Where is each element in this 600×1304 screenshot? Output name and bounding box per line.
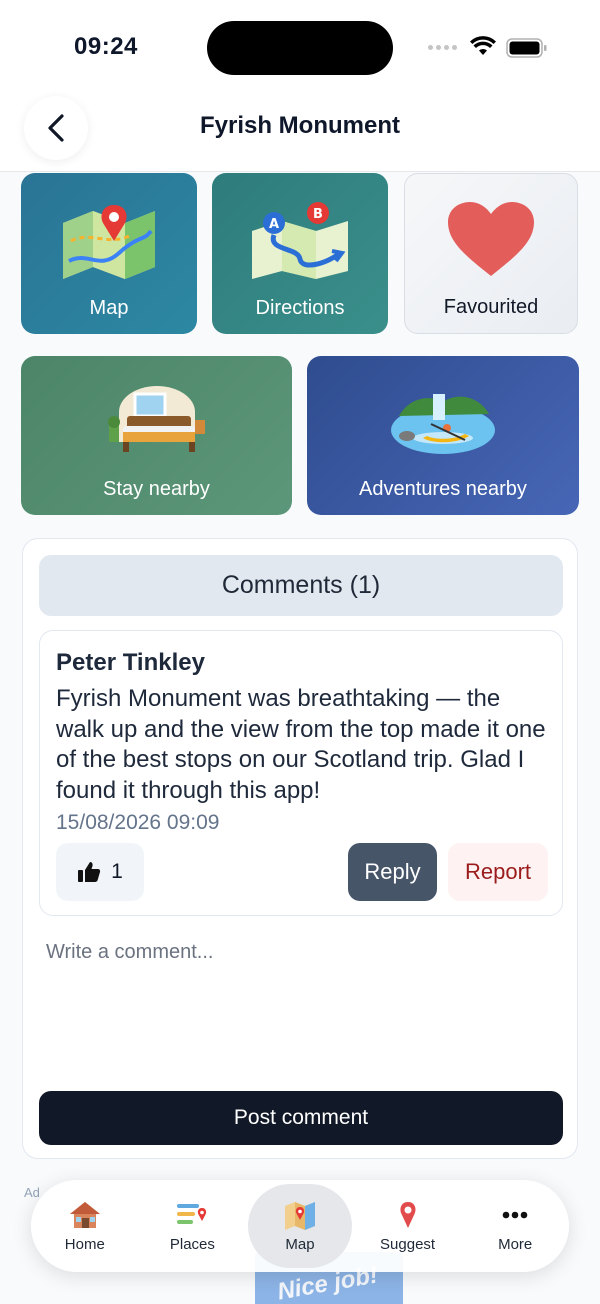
- directions-tile-label: Directions: [255, 297, 345, 319]
- tab-map[interactable]: Map: [246, 1184, 354, 1268]
- status-bar: 09:24: [0, 0, 600, 96]
- like-count: 1: [111, 860, 123, 883]
- pin-icon: [400, 1201, 416, 1228]
- adventures-nearby-tile[interactable]: Adventures nearby: [307, 356, 579, 515]
- tab-more[interactable]: More: [461, 1186, 569, 1266]
- comment-card: Peter Tinkley Fyrish Monument was breath…: [39, 630, 563, 916]
- bedroom-icon: [107, 386, 205, 452]
- tab-more-label: More: [498, 1235, 533, 1253]
- more-icon: [502, 1211, 528, 1218]
- post-comment-button[interactable]: Post comment: [39, 1091, 563, 1145]
- favourited-tile[interactable]: Favourited: [404, 173, 578, 334]
- navigation-header: Fyrish Monument: [0, 96, 600, 172]
- kayak-adventure-icon: [391, 394, 495, 454]
- battery-icon: [506, 38, 547, 58]
- favourited-tile-label: Favourited: [443, 296, 539, 318]
- folded-map-icon: [63, 205, 155, 279]
- map-tile-label: Map: [89, 297, 129, 319]
- comments-section: Comments (1) Peter Tinkley Fyrish Monume…: [22, 538, 578, 1159]
- tab-bar: Home Places Map Suggest More: [31, 1180, 569, 1272]
- tab-map-label: Map: [285, 1235, 315, 1253]
- map-icon: [284, 1201, 315, 1230]
- comments-header: Comments (1): [39, 555, 563, 616]
- tab-home[interactable]: Home: [31, 1186, 139, 1266]
- page-title: Fyrish Monument: [199, 112, 400, 139]
- home-icon: [69, 1201, 100, 1228]
- cellular-signal-icon: [428, 45, 457, 50]
- stay-nearby-tile-label: Stay nearby: [103, 478, 210, 500]
- tab-places-label: Places: [169, 1235, 215, 1253]
- tab-home-label: Home: [64, 1235, 105, 1253]
- dynamic-island: [207, 21, 393, 75]
- comment-text: Fyrish Monument was breathtaking — the w…: [56, 685, 546, 804]
- status-time: 09:24: [74, 33, 138, 60]
- heart-icon: [448, 202, 534, 276]
- comment-timestamp: 15/08/2026 09:09: [56, 811, 220, 834]
- tab-places[interactable]: Places: [139, 1186, 247, 1266]
- like-button[interactable]: 1: [56, 843, 144, 901]
- wifi-icon: [470, 36, 496, 55]
- thumbs-up-icon: [78, 862, 101, 882]
- svg-text:A: A: [269, 217, 279, 232]
- svg-text:B: B: [313, 207, 323, 222]
- map-tile[interactable]: Map: [21, 173, 197, 334]
- places-icon: [177, 1203, 207, 1224]
- comment-author: Peter Tinkley: [56, 649, 205, 676]
- report-button[interactable]: Report: [448, 843, 548, 901]
- directions-map-icon: A B: [252, 202, 348, 279]
- reply-button[interactable]: Reply: [348, 843, 437, 901]
- comment-input[interactable]: [39, 929, 563, 1077]
- tab-suggest-label: Suggest: [380, 1235, 436, 1253]
- stay-nearby-tile[interactable]: Stay nearby: [21, 356, 292, 515]
- adventures-nearby-tile-label: Adventures nearby: [359, 478, 527, 500]
- tab-suggest[interactable]: Suggest: [354, 1186, 462, 1266]
- directions-tile[interactable]: A B Directions: [212, 173, 388, 334]
